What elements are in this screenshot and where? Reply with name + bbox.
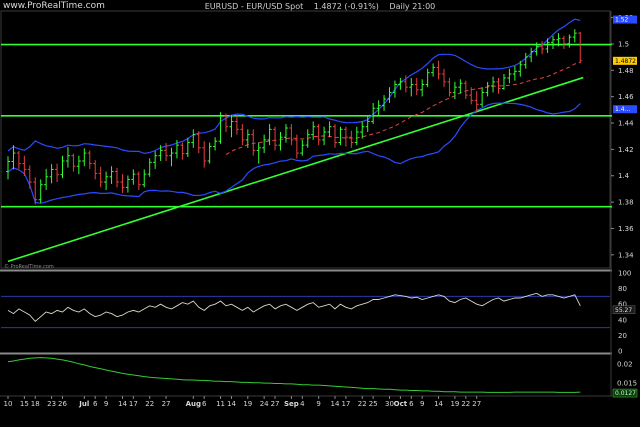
time-tick-label: 23 <box>47 400 56 408</box>
time-tick-label: 17 <box>341 400 350 408</box>
price-tick-label: 1.4 <box>618 172 630 180</box>
oscillator-line <box>7 292 581 323</box>
price-badge-label: 1.4872 <box>615 58 636 65</box>
time-tick-label: 6 <box>202 400 207 408</box>
oscillator-panel[interactable]: 10080604020055.27 <box>1 270 636 356</box>
time-tick-label: 27 <box>271 400 280 408</box>
oscillator-tick-label: 40 <box>618 316 627 324</box>
price-tick-label: 1.5 <box>618 40 629 48</box>
price-badge-label: 1.52 <box>615 17 629 24</box>
time-tick-label: 9 <box>420 400 424 408</box>
time-tick-label: 9 <box>104 400 108 408</box>
time-tick-label: 24 <box>260 400 269 408</box>
time-tick-label: 17 <box>129 400 138 408</box>
price-tick-label: 1.38 <box>618 199 634 207</box>
moving-average-line <box>225 61 581 156</box>
price-tick-label: 1.36 <box>618 225 634 233</box>
time-tick-label: Sep <box>284 400 299 408</box>
price-tick-label: 1.34 <box>618 251 634 259</box>
price-panel-frame <box>0 10 611 269</box>
bottom-tick-label: 0.015 <box>617 380 637 388</box>
oscillator-value-label: 55.27 <box>615 307 632 314</box>
price-tick-label: 1.42 <box>618 146 634 154</box>
bottom-indicator-panel[interactable]: 0.02 0.015 0.0127 <box>7 357 638 398</box>
time-tick-label: 25 <box>369 400 378 408</box>
time-tick-label: 22 <box>358 400 367 408</box>
price-tick-label: 1.46 <box>618 93 634 101</box>
time-tick-label: 6 <box>409 400 414 408</box>
time-tick-label: 14 <box>331 400 340 408</box>
time-tick-label: 4 <box>300 400 305 408</box>
oscillator-tick-label: 100 <box>618 270 631 278</box>
bottom-tick-label: 0.02 <box>617 360 633 368</box>
time-tick-label: 26 <box>58 400 67 408</box>
time-tick-label: 14 <box>227 400 236 408</box>
time-tick-label: 14 <box>118 400 127 408</box>
time-tick-label: 30 <box>385 400 394 408</box>
bollinger-lower-band <box>7 102 581 204</box>
trendline <box>7 76 584 263</box>
oscillator-tick-label: 20 <box>618 332 627 340</box>
time-tick-label: 15 <box>20 400 29 408</box>
bottom-value-label: 0.0127 <box>615 390 636 397</box>
time-tick-label: 6 <box>93 400 98 408</box>
time-tick-label: 27 <box>472 400 481 408</box>
time-tick-label: 22 <box>461 400 470 408</box>
bottom-indicator-line <box>7 357 581 393</box>
watermark: © ProRealTime.com <box>4 263 54 270</box>
time-tick-label: 14 <box>434 400 443 408</box>
oscillator-tick-label: 0 <box>618 348 622 356</box>
time-tick-label: 19 <box>243 400 252 408</box>
time-axis: 10 15 18 23 26 Jul 6 9 14 17 22 27 Aug 6 11 14 19 24 27 Sep… <box>4 396 481 408</box>
price-tick-label: 1.48 <box>618 67 634 75</box>
chart-canvas[interactable]: 10080604020055.27 0.020.0150.0127 1.521.… <box>0 0 640 427</box>
time-tick-label: 10 <box>4 400 13 408</box>
price-badge-label: 1.4... <box>615 106 630 113</box>
time-tick-label: 19 <box>450 400 459 408</box>
price-axis: 1.52 1.5 1.48 1.46 1.44 1.42 1.4 1.38 1.36 1.34 1.… <box>611 14 637 259</box>
time-tick-label: 9 <box>316 400 320 408</box>
time-tick-label: Jul <box>78 400 89 408</box>
price-panel[interactable] <box>1 18 612 263</box>
price-tick-label: 1.44 <box>618 120 634 128</box>
time-tick-label: 18 <box>31 400 40 408</box>
trading-chart-window: www.ProRealTime.com EURUSD - EUR/USD Spo… <box>0 0 640 427</box>
time-tick-label: Aug <box>186 400 201 408</box>
time-tick-label: Oct <box>394 400 408 408</box>
time-tick-label: 22 <box>145 400 154 408</box>
oscillator-tick-label: 80 <box>618 285 627 293</box>
time-tick-label: 11 <box>216 400 225 408</box>
time-tick-label: 27 <box>162 400 171 408</box>
